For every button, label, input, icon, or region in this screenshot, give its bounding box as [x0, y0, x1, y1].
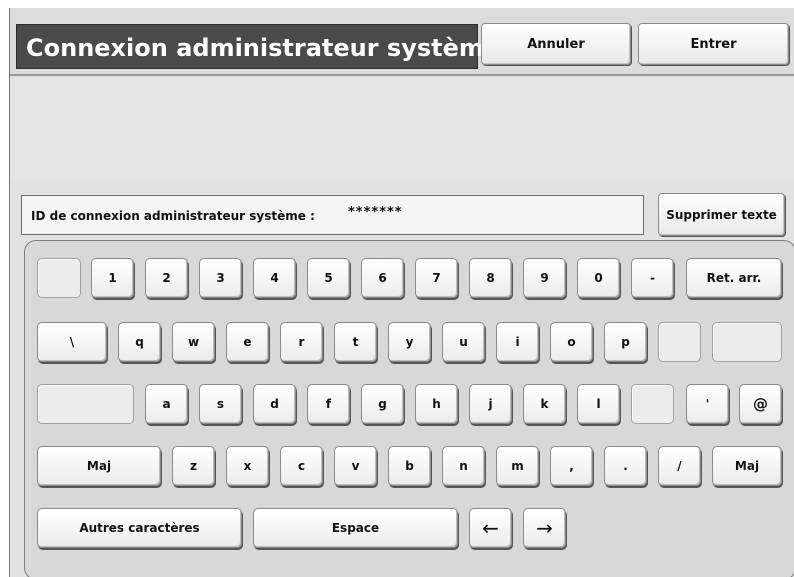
login-id-value: *******	[348, 205, 403, 220]
key-at[interactable]: @	[739, 384, 782, 424]
key-j[interactable]: j	[469, 384, 512, 424]
login-id-field[interactable]: ID de connexion administrateur système :…	[21, 195, 644, 235]
key-k[interactable]: k	[523, 384, 566, 424]
arrow-left-icon[interactable]: ←	[469, 508, 512, 548]
key-period[interactable]: .	[604, 446, 647, 486]
backspace-key[interactable]: Ret. arr.	[686, 258, 782, 298]
other-characters-key[interactable]: Autres caractères	[37, 508, 242, 548]
key-f[interactable]: f	[307, 384, 350, 424]
arrow-right-icon[interactable]: →	[523, 508, 566, 548]
key-l[interactable]: l	[577, 384, 620, 424]
key-s[interactable]: s	[199, 384, 242, 424]
key-a[interactable]: a	[145, 384, 188, 424]
key-q[interactable]: q	[118, 322, 161, 362]
key-c[interactable]: c	[280, 446, 323, 486]
key-8[interactable]: 8	[469, 258, 512, 298]
key-blank[interactable]	[631, 384, 674, 424]
space-key[interactable]: Espace	[253, 508, 458, 548]
key-v[interactable]: v	[334, 446, 377, 486]
key-z[interactable]: z	[172, 446, 215, 486]
key-apostrophe[interactable]: '	[686, 384, 729, 424]
key-blank[interactable]	[37, 258, 81, 298]
key-7[interactable]: 7	[415, 258, 458, 298]
key-g[interactable]: g	[361, 384, 404, 424]
key-blank[interactable]	[658, 322, 701, 362]
key-1[interactable]: 1	[91, 258, 134, 298]
key-i[interactable]: i	[496, 322, 539, 362]
key-o[interactable]: o	[550, 322, 593, 362]
key-0[interactable]: 0	[577, 258, 620, 298]
key-slash[interactable]: /	[658, 446, 701, 486]
key-hyphen[interactable]: -	[631, 258, 674, 298]
key-backslash[interactable]: \	[37, 322, 107, 362]
key-t[interactable]: t	[334, 322, 377, 362]
key-3[interactable]: 3	[199, 258, 242, 298]
key-n[interactable]: n	[442, 446, 485, 486]
cancel-button[interactable]: Annuler	[481, 23, 631, 65]
key-u[interactable]: u	[442, 322, 485, 362]
key-6[interactable]: 6	[361, 258, 404, 298]
key-w[interactable]: w	[172, 322, 215, 362]
key-m[interactable]: m	[496, 446, 539, 486]
key-h[interactable]: h	[415, 384, 458, 424]
key-y[interactable]: y	[388, 322, 431, 362]
key-comma[interactable]: ,	[550, 446, 593, 486]
key-4[interactable]: 4	[253, 258, 296, 298]
key-blank[interactable]	[37, 384, 134, 424]
key-blank[interactable]	[712, 322, 782, 362]
key-9[interactable]: 9	[523, 258, 566, 298]
key-2[interactable]: 2	[145, 258, 188, 298]
shift-left-key[interactable]: Maj	[37, 446, 161, 486]
clear-text-button[interactable]: Supprimer texte	[658, 193, 785, 236]
key-e[interactable]: e	[226, 322, 269, 362]
login-id-label: ID de connexion administrateur système :	[31, 209, 315, 223]
enter-button[interactable]: Entrer	[638, 23, 789, 65]
key-b[interactable]: b	[388, 446, 431, 486]
login-screen: Connexion administrateur système Annuler…	[9, 8, 794, 577]
key-x[interactable]: x	[226, 446, 269, 486]
title-bar: Connexion administrateur système Annuler…	[10, 8, 794, 76]
shift-right-key[interactable]: Maj	[712, 446, 782, 486]
key-5[interactable]: 5	[307, 258, 350, 298]
message-area	[10, 78, 794, 178]
key-d[interactable]: d	[253, 384, 296, 424]
key-p[interactable]: p	[604, 322, 647, 362]
page-title: Connexion administrateur système	[26, 34, 501, 62]
key-r[interactable]: r	[280, 322, 323, 362]
